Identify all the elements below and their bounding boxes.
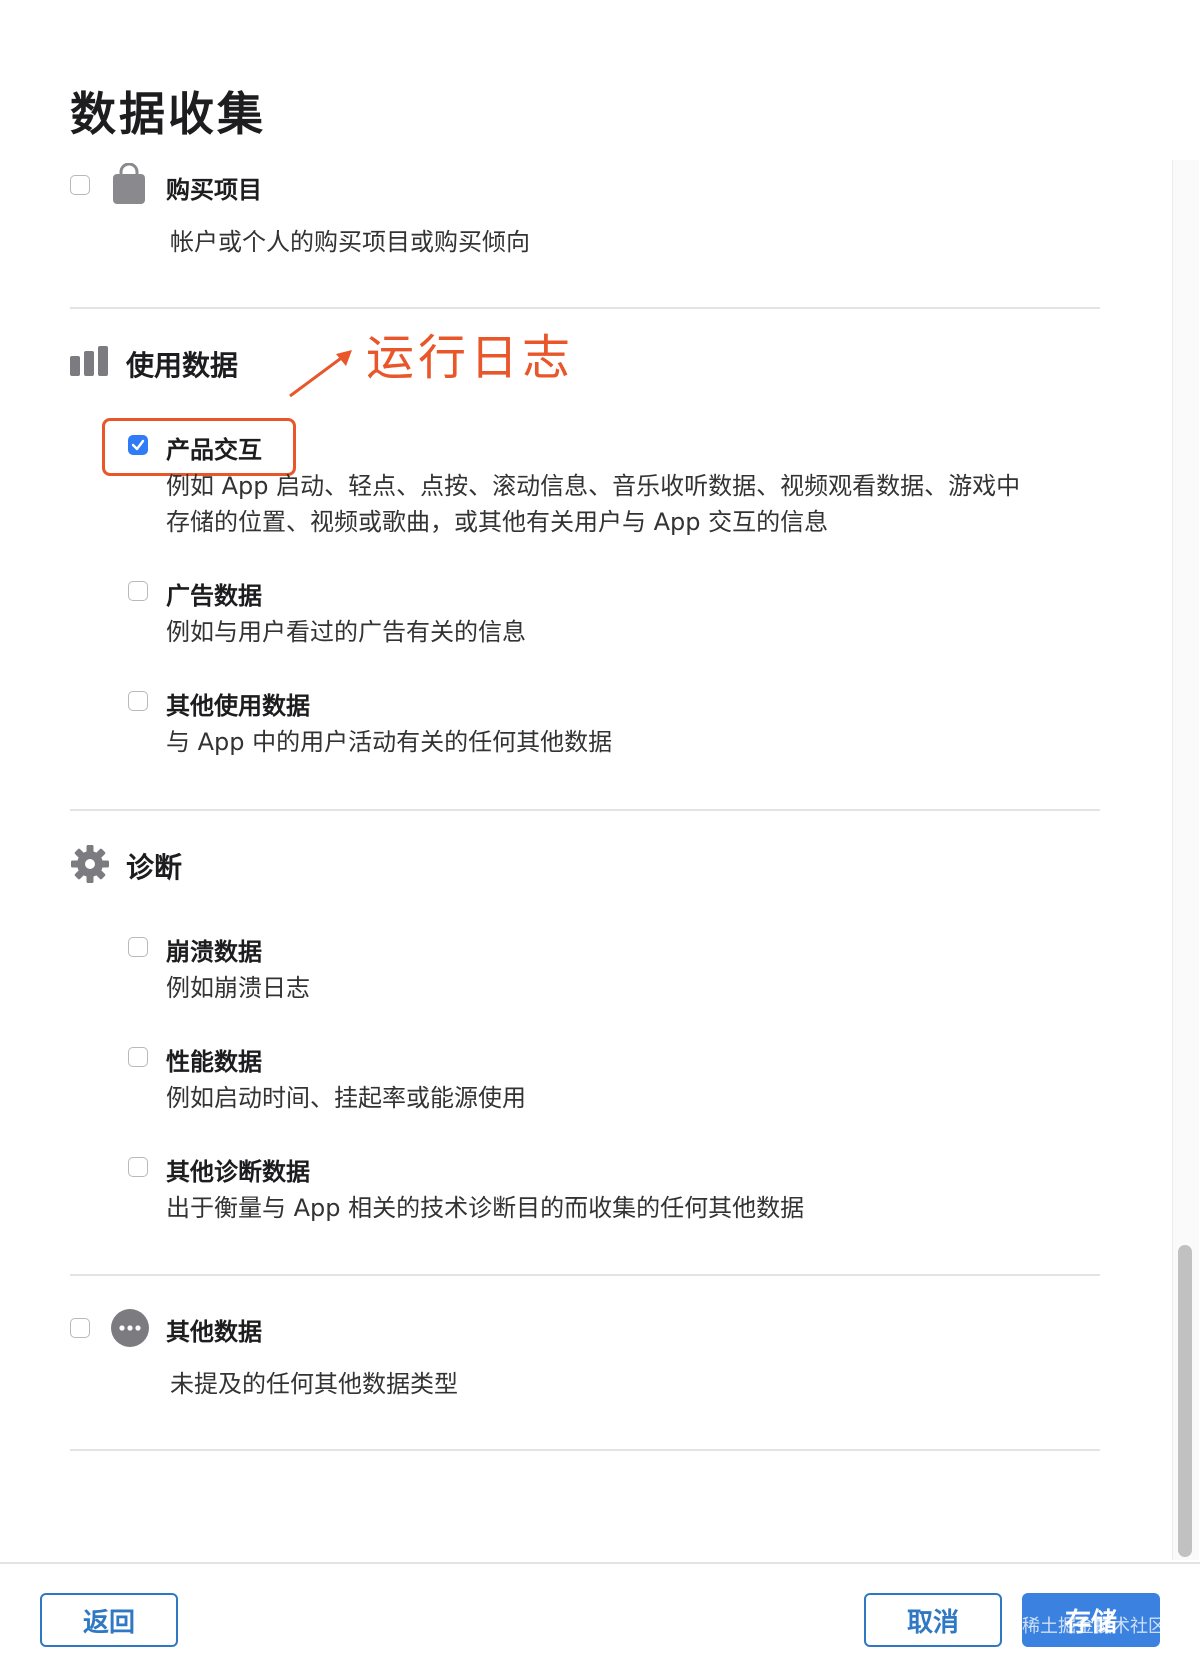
other-diagnostics-checkbox[interactable] xyxy=(128,1157,148,1177)
other-data-checkbox[interactable] xyxy=(70,1318,90,1338)
other-usage-desc: 与 App 中的用户活动有关的任何其他数据 xyxy=(166,728,613,756)
other-diagnostics-desc: 出于衡量与 App 相关的技术诊断目的而收集的任何其他数据 xyxy=(166,1194,805,1222)
annotation-text: 运行日志 xyxy=(366,330,575,386)
back-button[interactable]: 返回 xyxy=(40,1593,178,1647)
diagnostics-section-title: 诊断 xyxy=(126,851,183,884)
crash-data-label: 崩溃数据 xyxy=(166,938,262,966)
data-collection-dialog: 数据收集 购买项目 帐户或个人的购买项目或购买倾向 使用数据 运行日志 产品交互… xyxy=(0,0,1200,1672)
other-data-desc: 未提及的任何其他数据类型 xyxy=(170,1370,458,1398)
product-interaction-desc-line2: 存储的位置、视频或歌曲，或其他有关用户与 App 交互的信息 xyxy=(166,508,829,536)
purchase-checkbox[interactable] xyxy=(70,175,90,195)
performance-data-checkbox[interactable] xyxy=(128,1047,148,1067)
performance-data-label: 性能数据 xyxy=(166,1048,262,1076)
purchase-desc: 帐户或个人的购买项目或购买倾向 xyxy=(170,228,530,256)
ad-data-label: 广告数据 xyxy=(166,582,262,610)
usage-section-title: 使用数据 xyxy=(126,349,239,382)
other-diagnostics-label: 其他诊断数据 xyxy=(166,1158,310,1186)
divider xyxy=(70,307,1100,309)
gear-icon xyxy=(71,845,109,883)
other-data-label: 其他数据 xyxy=(166,1318,262,1346)
bar-chart-icon xyxy=(70,346,108,376)
page-title: 数据收集 xyxy=(70,87,266,141)
purchase-label: 购买项目 xyxy=(166,176,262,204)
watermark: @稀土掘金技术社区 xyxy=(1004,1616,1166,1637)
ad-data-desc: 例如与用户看过的广告有关的信息 xyxy=(166,618,526,646)
other-usage-checkbox[interactable] xyxy=(128,691,148,711)
crash-data-checkbox[interactable] xyxy=(128,937,148,957)
divider xyxy=(70,809,1100,811)
divider xyxy=(70,1274,1100,1276)
annotation-arrow-icon xyxy=(289,350,352,398)
footer-divider xyxy=(0,1562,1200,1564)
performance-data-desc: 例如启动时间、挂起率或能源使用 xyxy=(166,1084,526,1112)
shopping-bag-icon xyxy=(113,163,145,204)
crash-data-desc: 例如崩溃日志 xyxy=(166,974,310,1002)
ad-data-checkbox[interactable] xyxy=(128,581,148,601)
product-interaction-label: 产品交互 xyxy=(166,436,262,464)
other-usage-label: 其他使用数据 xyxy=(166,692,310,720)
ellipsis-circle-icon xyxy=(111,1309,149,1347)
scrollbar-thumb[interactable] xyxy=(1178,1245,1192,1557)
product-interaction-desc-line1: 例如 App 启动、轻点、点按、滚动信息、音乐收听数据、视频观看数据、游戏中 xyxy=(166,472,1021,500)
divider xyxy=(70,1449,1100,1451)
cancel-button[interactable]: 取消 xyxy=(864,1593,1002,1647)
